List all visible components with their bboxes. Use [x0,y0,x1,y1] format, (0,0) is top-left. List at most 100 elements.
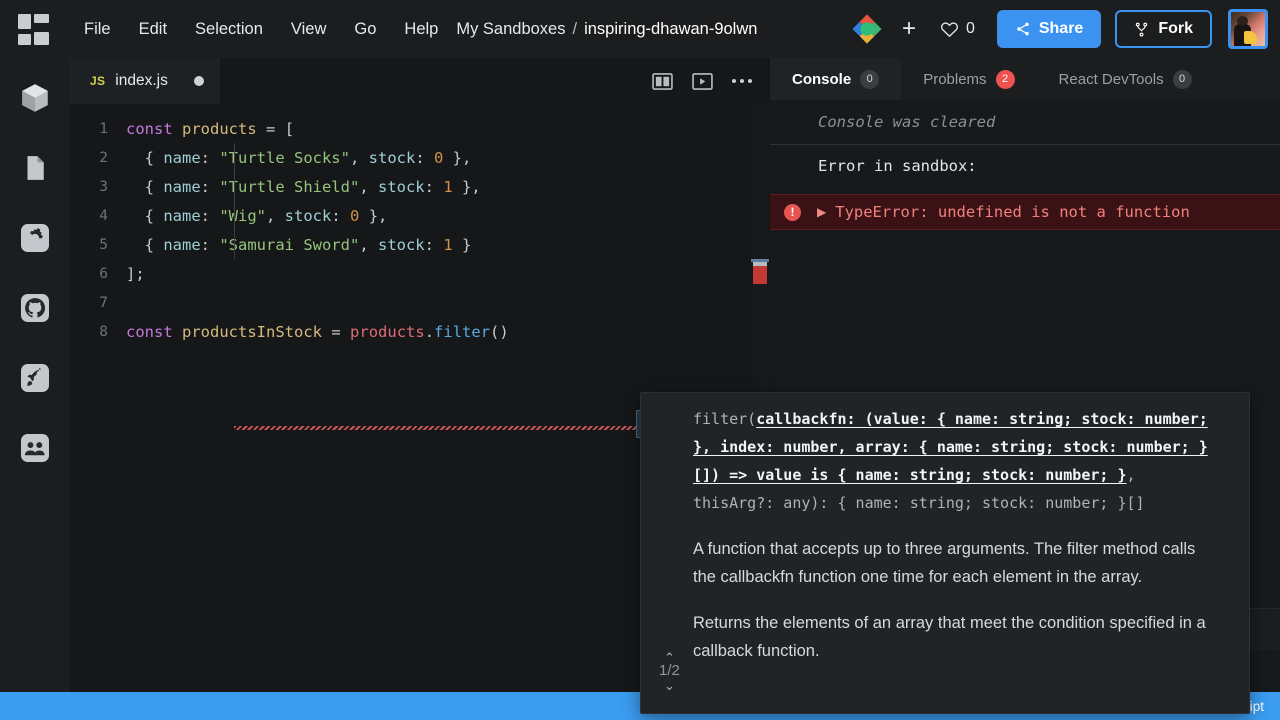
code-token: { [126,207,163,225]
code-token: : [425,236,444,254]
code-line: 7 [70,288,770,317]
top-menu-bar: FileEditSelectionViewGoHelp My Sandboxes… [0,0,1280,58]
code-token: const [126,323,173,341]
code-line: 3 { name: "Turtle Shield", stock: 1 }, [70,172,770,201]
code-token: { [126,149,163,167]
editor-scroll-error-marker[interactable] [753,262,767,284]
ellipsis-icon[interactable] [730,69,754,93]
code-token: : [201,149,220,167]
code-token: const [126,120,173,138]
signature-help-tooltip: filter(callbackfn: (value: { name: strin… [640,392,1250,714]
code-token: productsInStock [182,323,322,341]
sidebar-item-live-collaboration[interactable] [11,424,59,472]
code-token: = [266,120,275,138]
code-line: 6]; [70,259,770,288]
heart-icon [940,20,959,39]
fork-icon [1134,21,1149,38]
code-token: , [266,207,285,225]
menu-go[interactable]: Go [340,0,390,58]
line-number: 1 [70,121,126,137]
code-token: "Turtle Shield" [219,178,359,196]
fork-label: Fork [1158,20,1193,38]
sidebar-item-sandbox-explorer[interactable] [11,74,59,122]
menu-help[interactable]: Help [390,0,452,58]
code-token: : [201,236,220,254]
menu-file[interactable]: File [70,0,125,58]
tab-react-devtools[interactable]: React DevTools 0 [1037,58,1214,100]
sidebar-item-settings[interactable] [11,214,59,262]
editor-tab-index-js[interactable]: JS index.js [70,58,220,104]
code-token: products [182,120,257,138]
code-token [173,120,182,138]
code-token: 0 [350,207,359,225]
code-token: , [359,178,378,196]
menu-selection[interactable]: Selection [181,0,277,58]
share-icon [1015,21,1031,37]
tooltip-description: A function that accepts up to three argu… [641,517,1249,665]
tab-console[interactable]: Console0 [770,58,901,100]
tab-label: React DevTools [1059,71,1164,88]
code-line-text: { name: "Samurai Sword", stock: 1 } [126,236,471,254]
gear-icon [19,222,51,254]
like-button[interactable]: 0 [928,20,987,39]
tab-badge: 0 [860,70,879,89]
code-token [341,323,350,341]
pager-up-icon[interactable]: ⌃ [664,651,675,662]
sidebar-item-deployment[interactable] [11,354,59,402]
share-button[interactable]: Share [997,10,1101,48]
editor-pane: JS index.js [70,58,770,692]
line-number: 7 [70,295,126,311]
code-token: : [201,178,220,196]
code-token: . [425,323,434,341]
breadcrumb-root[interactable]: My Sandboxes [456,20,565,39]
code-token [257,120,266,138]
code-token: name [163,149,200,167]
tab-problems[interactable]: Problems2 [901,58,1036,100]
error-circle-icon: ! [784,204,801,221]
unsaved-dot-icon [194,76,204,86]
github-icon [19,292,51,324]
menu-view[interactable]: View [277,0,340,58]
sidebar-item-github[interactable] [11,284,59,332]
code-line: 5 { name: "Samurai Sword", stock: 1 } [70,230,770,259]
code-token: ]; [126,265,145,283]
console-cleared-message: Console was cleared [770,106,1280,138]
console-error-row[interactable]: ! ▶ TypeError: undefined is not a functi… [770,194,1280,230]
code-token [275,120,284,138]
like-count: 0 [966,20,975,38]
user-avatar[interactable] [1228,9,1268,49]
signature-pager: ⌃ 1/2 ⌄ [659,651,680,690]
editor-tab-actions [650,69,770,93]
tooltip-paragraph: Returns the elements of an array that me… [693,609,1219,665]
code-token: name [163,178,200,196]
line-number: 4 [70,208,126,224]
fork-button[interactable]: Fork [1115,10,1212,48]
codesandbox-window: FileEditSelectionViewGoHelp My Sandboxes… [0,0,1280,720]
code-token [173,323,182,341]
gem-icon[interactable] [852,14,882,44]
code-token: : [415,149,434,167]
code-token: } [453,236,472,254]
editor-tab-bar: JS index.js [70,58,770,104]
grid-logo-icon[interactable] [16,12,50,46]
error-expander-icon[interactable]: ▶ [817,205,826,219]
code-token: 1 [443,236,452,254]
tab-badge: 0 [1173,70,1192,89]
menu-edit[interactable]: Edit [125,0,181,58]
pager-index: 1/2 [659,663,680,678]
breadcrumb: My Sandboxes / inspiring-dhawan-9olwn [456,20,757,39]
preview-play-icon[interactable] [690,69,714,93]
code-token: : [201,207,220,225]
new-sandbox-button[interactable]: + [892,12,926,46]
pager-down-icon[interactable]: ⌄ [664,679,675,690]
code-line: 2 { name: "Turtle Socks", stock: 0 }, [70,143,770,172]
breadcrumb-separator: / [573,20,578,39]
cube-icon [18,81,52,115]
code-token: 1 [443,178,452,196]
sidebar-item-files[interactable] [11,144,59,192]
breadcrumb-sandbox-name[interactable]: inspiring-dhawan-9olwn [584,20,757,39]
share-label: Share [1039,20,1083,38]
code-line-text: { name: "Turtle Shield", stock: 1 }, [126,178,481,196]
split-pane-icon[interactable] [650,69,674,93]
code-line-text: { name: "Turtle Socks", stock: 0 }, [126,149,471,167]
